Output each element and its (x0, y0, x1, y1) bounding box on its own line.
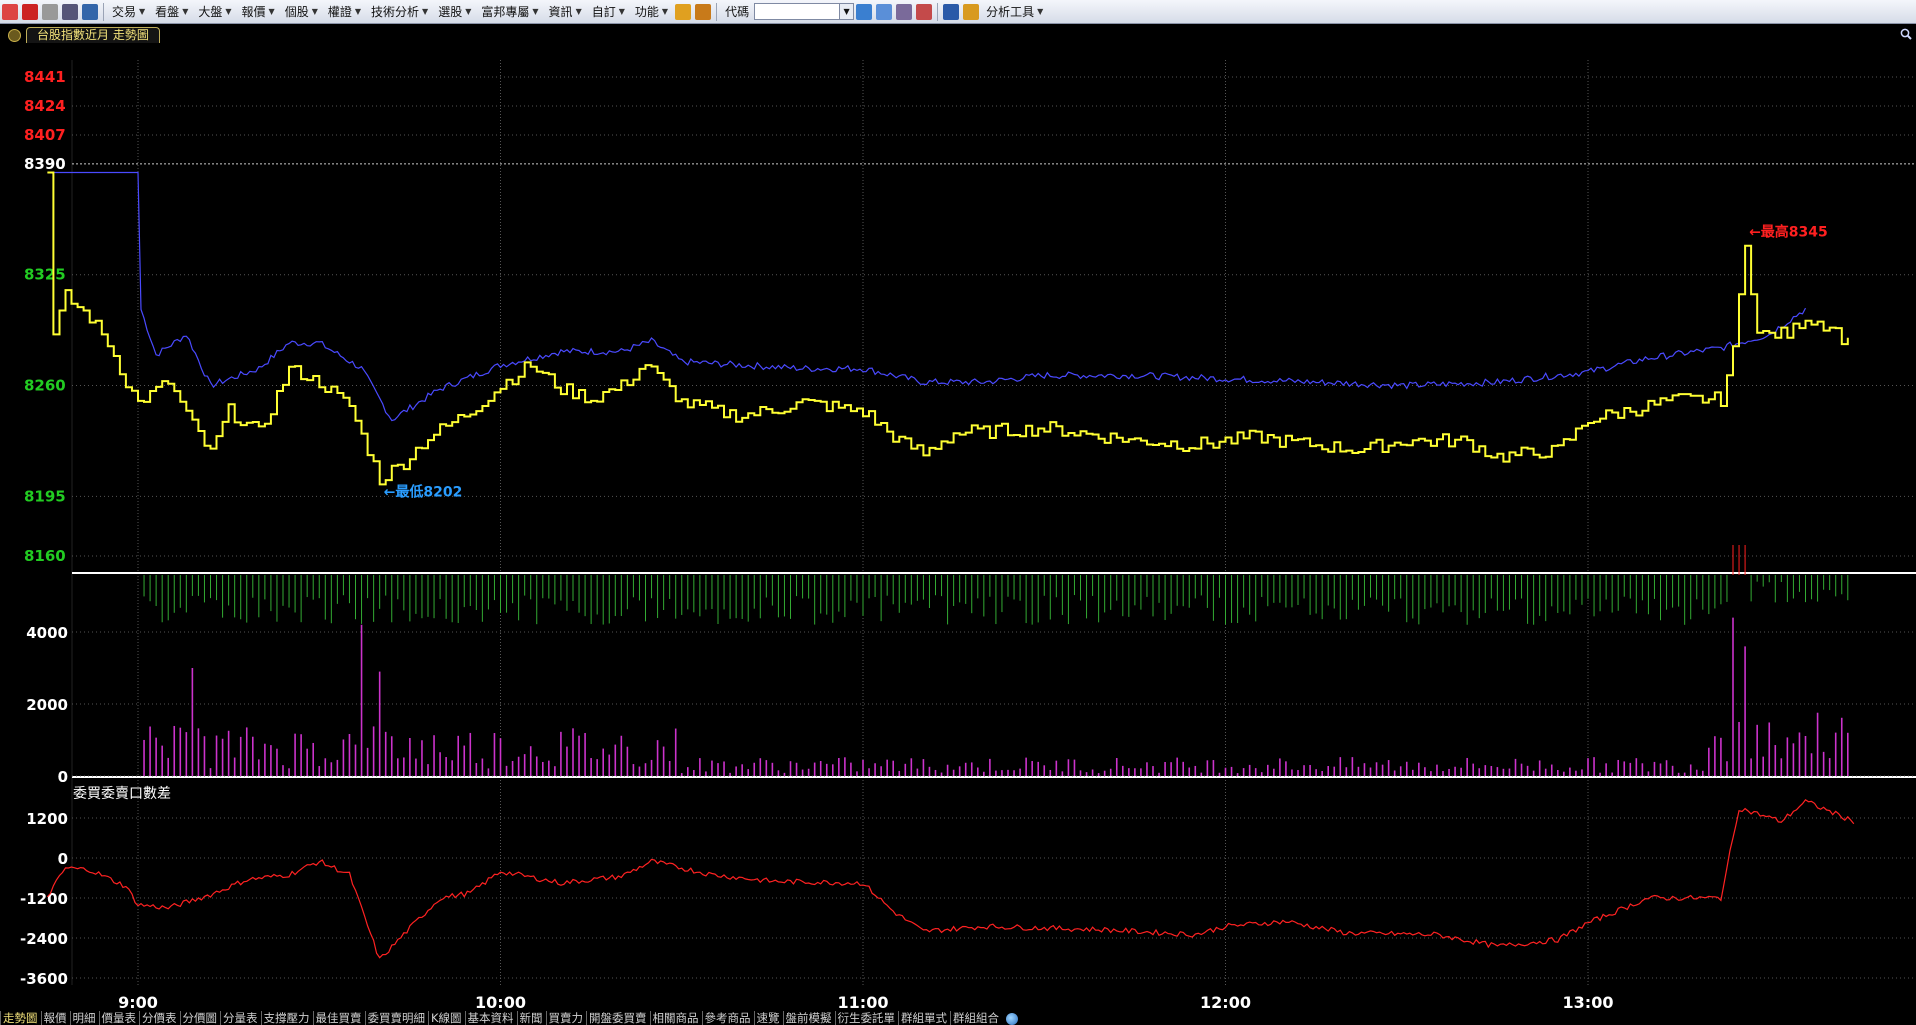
analysis-tools-menu[interactable]: 分析工具 ▼ (982, 2, 1047, 22)
menu-1[interactable]: 看盤 ▼ (151, 2, 192, 22)
menu-6[interactable]: 技術分析 ▼ (367, 2, 432, 22)
menu-11[interactable]: 功能 ▼ (631, 2, 672, 22)
tab-4[interactable]: 分價表 (139, 1011, 180, 1025)
x-tick-label: 10:00 (475, 993, 526, 1010)
chevron-down-icon: ▼ (182, 7, 189, 16)
tab-20[interactable]: 群組單式 (898, 1011, 950, 1025)
chevron-down-icon: ▼ (422, 7, 429, 16)
tab-2[interactable]: 明細 (69, 1011, 99, 1025)
code-input[interactable] (754, 3, 841, 20)
tab-18[interactable]: 盤前模擬 (782, 1011, 835, 1025)
mark-icon[interactable] (916, 3, 933, 20)
orderbook-panel-title: 委買委賣口數差 (73, 786, 171, 802)
x-tick-label: 12:00 (1200, 993, 1251, 1010)
x-tick-label: 11:00 (838, 993, 889, 1010)
tab-19[interactable]: 衍生委託單 (834, 1011, 899, 1025)
quote-search-icon[interactable] (856, 3, 873, 20)
tab-0[interactable]: 走勢圖 (0, 1011, 41, 1025)
chevron-down-icon: ▼ (661, 7, 669, 16)
tab-12[interactable]: 新聞 (516, 1011, 546, 1025)
code-label: 代碼 (725, 5, 750, 19)
volume-y-tick: 4000 (26, 624, 68, 642)
price-line (47, 171, 1849, 486)
menu-2[interactable]: 大盤 ▼ (194, 2, 235, 22)
bottom-tab-strip: 走勢圖 報價 明細 價量表 分價表 分價圖 分量表 支撐壓力 最佳買賣 委買賣明細 K線圖 基本資料新… (0, 1010, 1916, 1025)
tab-7[interactable]: 支撐壓力 (260, 1011, 313, 1025)
tab-15[interactable]: 相關商品 (649, 1011, 702, 1025)
price-y-tick: 8160 (24, 547, 66, 565)
analysis-icon[interactable] (963, 3, 980, 20)
orderbook-y-tick: -2400 (20, 930, 68, 948)
menu-0[interactable]: 交易 ▼ (108, 2, 149, 22)
forward-icon[interactable] (42, 3, 58, 20)
menu-7[interactable]: 選股 ▼ (434, 2, 475, 22)
pointer-icon[interactable] (943, 3, 960, 20)
volume-y-tick: 2000 (26, 696, 68, 714)
price-annotation-1: ←最低8202 (384, 483, 463, 500)
print-icon[interactable] (62, 3, 78, 20)
chevron-down-icon: ▼ (354, 7, 362, 16)
chevron-down-icon: ▼ (225, 7, 232, 16)
menu-8[interactable]: 富邦專屬 ▼ (477, 2, 542, 22)
tab-8[interactable]: 最佳買賣 (312, 1011, 365, 1025)
tab-1[interactable]: 報價 (40, 1011, 70, 1025)
price-y-tick: 8424 (24, 97, 66, 115)
window-menu-icon[interactable] (8, 29, 21, 42)
x-tick-label: 9:00 (118, 993, 158, 1010)
orderbook-y-tick: -1200 (20, 890, 68, 908)
chart-area[interactable]: 9:00 10:00 11:00 12:00 13:00 8441 8424 8407 8390… (0, 45, 1916, 1010)
tab-14[interactable]: 開盤委買賣 (586, 1011, 650, 1025)
orderbook-y-tick: -3600 (20, 970, 68, 988)
chevron-down-icon: ▼ (575, 7, 582, 16)
tab-17[interactable]: 速覽 (753, 1011, 783, 1025)
main-toolbar: 交易 ▼ 看盤 ▼ 大盤 ▼ 報價 ▼ 個股 ▼ 權證 ▼ 技術分析 ▼ 選股 ▼ 富邦專屬 ▼ 資訊 ▼ 自訂 ▼ 功能 ▼… (0, 0, 1916, 24)
menu-4[interactable]: 個股 ▼ (281, 2, 322, 22)
window-titlebar: 台股指數近月 走勢圖 (0, 24, 1916, 45)
tab-13[interactable]: 買賣力 (545, 1011, 587, 1025)
price-y-tick: 8260 (24, 377, 66, 395)
chevron-down-icon: ▼ (532, 7, 539, 16)
chevron-down-icon: ▼ (618, 7, 625, 16)
orderbook-diff-line (46, 799, 1855, 959)
price-y-tick: 8407 (24, 126, 66, 144)
price-y-tick: 8390 (24, 155, 66, 173)
menu-3[interactable]: 報價 ▼ (238, 2, 279, 22)
x-tick-label: 13:00 (1563, 993, 1614, 1010)
chevron-down-icon: ▼ (465, 7, 472, 16)
tab-10[interactable]: K線圖 (428, 1011, 465, 1025)
tab-9[interactable]: 委買賣明細 (364, 1011, 429, 1025)
globe-icon[interactable] (1006, 1013, 1019, 1025)
price-y-tick: 8441 (24, 68, 66, 86)
price-y-tick: 8325 (24, 266, 66, 284)
back-icon[interactable] (22, 3, 38, 20)
orderbook-y-tick: 0 (58, 850, 68, 868)
window-icon[interactable] (695, 3, 712, 20)
average-price-line (47, 171, 1807, 422)
price-y-tick: 8195 (24, 487, 66, 505)
menu-9[interactable]: 資訊 ▼ (545, 2, 586, 22)
tab-21[interactable]: 群組組合 (950, 1011, 1002, 1025)
tab-3[interactable]: 價量表 (98, 1011, 140, 1025)
tab-6[interactable]: 分量表 (220, 1011, 261, 1025)
tab-5[interactable]: 分價圖 (179, 1011, 221, 1025)
chevron-down-icon: ▼ (268, 7, 275, 16)
code-dropdown-icon[interactable]: ▼ (840, 3, 855, 20)
orderbook-y-tick: 1200 (26, 810, 68, 828)
price-annotation-0: ←最高8345 (1749, 224, 1828, 241)
menu-5[interactable]: 權證 ▼ (324, 2, 365, 22)
volume-y-tick: 0 (58, 768, 68, 786)
chevron-down-icon: ▼ (1037, 7, 1044, 16)
tab-16[interactable]: 參考商品 (701, 1011, 754, 1025)
chevron-down-icon: ▼ (139, 7, 146, 16)
lightning-icon[interactable] (675, 3, 692, 20)
home-icon[interactable] (2, 3, 18, 20)
popout-icon[interactable] (82, 3, 98, 20)
chevron-down-icon: ▼ (311, 7, 318, 16)
window-title-tab[interactable]: 台股指數近月 走勢圖 (26, 27, 160, 43)
tab-11[interactable]: 基本資料 (464, 1011, 517, 1025)
menu-10[interactable]: 自訂 ▼ (588, 2, 629, 22)
magnifier-icon[interactable] (1900, 28, 1912, 40)
zoom-icon[interactable] (876, 3, 893, 20)
tools-icon[interactable] (896, 3, 913, 20)
